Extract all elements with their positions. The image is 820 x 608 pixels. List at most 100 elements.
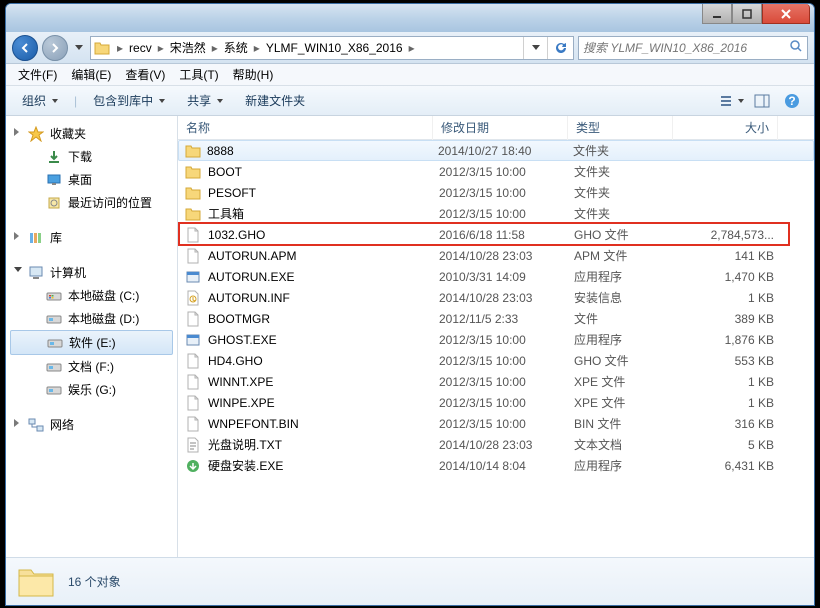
folder-icon (184, 142, 202, 160)
file-type: 文件夹 (574, 163, 679, 180)
sidebar-item[interactable]: 本地磁盘 (D:) (6, 307, 177, 330)
file-row[interactable]: AUTORUN.APM2014/10/28 23:03APM 文件141 KB (178, 245, 814, 266)
close-button[interactable] (762, 4, 810, 24)
drive-icon (46, 172, 62, 188)
file-type: 应用程序 (574, 268, 679, 285)
file-icon (184, 247, 202, 265)
file-size: 5 KB (679, 438, 774, 452)
include-library-button[interactable]: 包含到库中 (85, 89, 173, 112)
sidebar-item[interactable]: 下载 (6, 145, 177, 168)
breadcrumb-segment[interactable]: 系统 (220, 39, 252, 56)
preview-pane-button[interactable] (748, 90, 776, 112)
file-row[interactable]: 光盘说明.TXT2014/10/28 23:03文本文档5 KB (178, 434, 814, 455)
file-date: 2012/3/15 10:00 (439, 333, 574, 347)
column-type[interactable]: 类型 (568, 116, 673, 140)
menu-item[interactable]: 文件(F) (12, 64, 63, 85)
refresh-button[interactable] (547, 37, 571, 59)
file-row[interactable]: BOOT2012/3/15 10:00文件夹 (178, 161, 814, 182)
file-row[interactable]: PESOFT2012/3/15 10:00文件夹 (178, 182, 814, 203)
organize-button[interactable]: 组织 (14, 89, 66, 112)
file-row[interactable]: GHOST.EXE2012/3/15 10:00应用程序1,876 KB (178, 329, 814, 350)
drive-icon (46, 195, 62, 211)
file-list[interactable]: 88882014/10/27 18:40文件夹BOOT2012/3/15 10:… (178, 140, 814, 557)
help-button[interactable]: ? (778, 90, 806, 112)
file-row[interactable]: AUTORUN.EXE2010/3/31 14:09应用程序1,470 KB (178, 266, 814, 287)
file-icon (184, 226, 202, 244)
maximize-button[interactable] (732, 4, 762, 24)
breadcrumb-segment[interactable]: recv (125, 41, 156, 55)
file-size: 1 KB (679, 291, 774, 305)
file-name: GHOST.EXE (208, 333, 439, 347)
file-row[interactable]: WINPE.XPE2012/3/15 10:00XPE 文件1 KB (178, 392, 814, 413)
file-name: WINNT.XPE (208, 375, 439, 389)
file-size: 1,470 KB (679, 270, 774, 284)
sidebar-item[interactable]: 软件 (E:) (10, 330, 173, 355)
file-row[interactable]: WINNT.XPE2012/3/15 10:00XPE 文件1 KB (178, 371, 814, 392)
file-row[interactable]: BOOTMGR2012/11/5 2:33文件389 KB (178, 308, 814, 329)
address-dropdown[interactable] (523, 37, 547, 59)
sidebar-item[interactable]: 文档 (F:) (6, 355, 177, 378)
file-row[interactable]: HD4.GHO2012/3/15 10:00GHO 文件553 KB (178, 350, 814, 371)
file-name: 光盘说明.TXT (208, 436, 439, 453)
file-name: PESOFT (208, 186, 439, 200)
minimize-button[interactable] (702, 4, 732, 24)
file-name: WINPE.XPE (208, 396, 439, 410)
breadcrumb-segment[interactable]: YLMF_WIN10_X86_2016 (262, 41, 407, 55)
inf-icon (184, 289, 202, 307)
file-name: AUTORUN.INF (208, 291, 439, 305)
file-name: BOOTMGR (208, 312, 439, 326)
forward-button[interactable] (42, 35, 68, 61)
drive-icon (46, 359, 62, 375)
menu-item[interactable]: 查看(V) (119, 64, 171, 85)
sidebar-group-header[interactable]: 计算机 (6, 261, 177, 284)
file-icon (184, 352, 202, 370)
file-row[interactable]: 工具箱2012/3/15 10:00文件夹 (178, 203, 814, 224)
column-name[interactable]: 名称 (178, 116, 433, 140)
sidebar-item[interactable]: 娱乐 (G:) (6, 378, 177, 401)
file-date: 2010/3/31 14:09 (439, 270, 574, 284)
file-name: 工具箱 (208, 205, 439, 222)
view-options-button[interactable] (718, 90, 746, 112)
search-icon[interactable] (789, 39, 803, 56)
column-date[interactable]: 修改日期 (433, 116, 568, 140)
nav-history-dropdown[interactable] (72, 37, 86, 59)
folder-icon (16, 564, 56, 600)
file-date: 2014/10/27 18:40 (438, 144, 573, 158)
breadcrumb-box[interactable]: ▸recv▸宋浩然▸系统▸YLMF_WIN10_X86_2016▸ (90, 36, 574, 60)
menu-item[interactable]: 工具(T) (173, 64, 224, 85)
share-button[interactable]: 共享 (179, 89, 231, 112)
file-row[interactable]: 硬盘安装.EXE2014/10/14 8:04应用程序6,431 KB (178, 455, 814, 476)
sidebar-group-header[interactable]: 库 (6, 226, 177, 249)
new-folder-button[interactable]: 新建文件夹 (237, 89, 313, 112)
file-type: APM 文件 (574, 247, 679, 264)
sidebar-group-header[interactable]: 收藏夹 (6, 122, 177, 145)
file-row[interactable]: 1032.GHO2016/6/18 11:58GHO 文件2,784,573..… (178, 224, 814, 245)
file-row[interactable]: 88882014/10/27 18:40文件夹 (178, 140, 814, 161)
file-icon (184, 394, 202, 412)
file-date: 2012/3/15 10:00 (439, 354, 574, 368)
back-button[interactable] (12, 35, 38, 61)
column-size[interactable]: 大小 (673, 116, 778, 140)
file-date: 2012/3/15 10:00 (439, 165, 574, 179)
file-size: 389 KB (679, 312, 774, 326)
titlebar[interactable] (6, 4, 814, 32)
breadcrumb-segment[interactable]: 宋浩然 (166, 39, 210, 56)
setup-icon (184, 457, 202, 475)
file-row[interactable]: WNPEFONT.BIN2012/3/15 10:00BIN 文件316 KB (178, 413, 814, 434)
sidebar-item[interactable]: 桌面 (6, 168, 177, 191)
file-row[interactable]: AUTORUN.INF2014/10/28 23:03安装信息1 KB (178, 287, 814, 308)
drive-icon (47, 335, 63, 351)
file-type: BIN 文件 (574, 415, 679, 432)
drive-icon (46, 311, 62, 327)
sidebar-item[interactable]: 最近访问的位置 (6, 191, 177, 214)
file-date: 2012/3/15 10:00 (439, 396, 574, 410)
sidebar-item[interactable]: 本地磁盘 (C:) (6, 284, 177, 307)
txt-icon (184, 436, 202, 454)
sidebar-group-header[interactable]: 网络 (6, 413, 177, 436)
menu-item[interactable]: 编辑(E) (65, 64, 117, 85)
search-input[interactable] (583, 41, 789, 55)
search-box[interactable] (578, 36, 808, 60)
file-size: 1 KB (679, 396, 774, 410)
menu-item[interactable]: 帮助(H) (227, 64, 280, 85)
file-icon (184, 310, 202, 328)
